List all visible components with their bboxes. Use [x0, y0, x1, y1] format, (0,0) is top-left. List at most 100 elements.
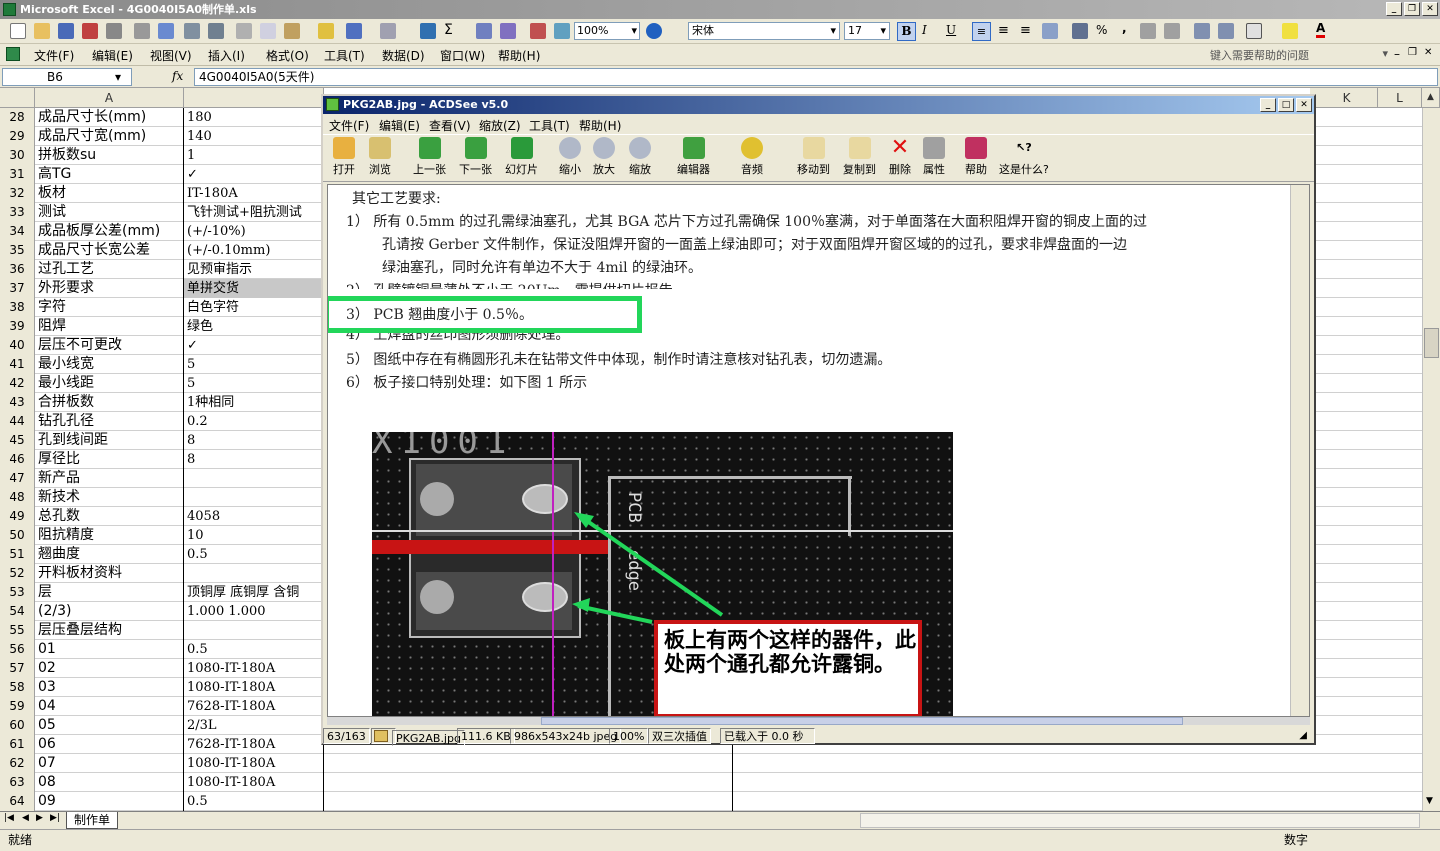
cell-b[interactable]: 见预审指示 [184, 260, 324, 279]
cell-b[interactable]: 5 [184, 374, 324, 393]
spelling-icon[interactable] [158, 23, 174, 39]
tool-zoom-out[interactable]: 缩小 [559, 137, 581, 177]
menu-edit[interactable]: 编辑(E) [92, 47, 133, 64]
cell-a[interactable]: 高TG [35, 165, 184, 184]
first-sheet-icon[interactable]: |◀ [4, 813, 14, 823]
acd-menu-edit[interactable]: 编辑(E) [379, 117, 420, 134]
align-left-button[interactable]: ≡ [972, 22, 991, 41]
vertical-scrollbar[interactable]: ▼ [1422, 108, 1440, 811]
cell-b[interactable]: 8 [184, 450, 324, 469]
cell-b[interactable] [184, 621, 324, 640]
cell-b[interactable]: 8 [184, 431, 324, 450]
column-header-k[interactable]: K [1316, 88, 1378, 108]
tool-whats-this[interactable]: ↖? 这是什么? [999, 137, 1049, 177]
chart-wizard-icon[interactable] [530, 23, 546, 39]
paste-icon[interactable] [284, 23, 300, 39]
acdsee-maximize-button[interactable]: □ [1278, 98, 1294, 112]
cell-a[interactable]: 过孔工艺 [35, 260, 184, 279]
cell-b[interactable]: 180 [184, 108, 324, 127]
minimize-button[interactable]: _ [1386, 2, 1402, 16]
borders-icon[interactable] [1246, 23, 1262, 39]
cell-a[interactable]: 成品板厚公差(mm) [35, 222, 184, 241]
merge-center-icon[interactable] [1042, 23, 1058, 39]
acd-menu-help[interactable]: 帮助(H) [579, 117, 621, 134]
row-header[interactable]: 60 [0, 716, 35, 735]
last-sheet-icon[interactable]: ▶| [50, 813, 60, 823]
viewer-horizontal-scrollbar[interactable] [327, 717, 1310, 725]
help-question-box[interactable]: 键入需要帮助的问题 ▾ [1210, 47, 1388, 63]
menu-tools[interactable]: 工具(T) [324, 47, 365, 64]
row-header[interactable]: 63 [0, 773, 35, 792]
tool-move-to[interactable]: 移动到 [797, 137, 830, 177]
fx-label[interactable]: fx [172, 69, 183, 83]
row-header[interactable]: 51 [0, 545, 35, 564]
cell-a[interactable]: 05 [35, 716, 184, 735]
row-header[interactable]: 38 [0, 298, 35, 317]
restore-button[interactable]: ❐ [1404, 2, 1420, 16]
row-header[interactable]: 44 [0, 412, 35, 431]
doc-restore-button[interactable]: ❐ [1408, 47, 1417, 58]
cell-b[interactable] [184, 488, 324, 507]
cell-b[interactable]: ✓ [184, 336, 324, 355]
tool-help[interactable]: 帮助 [965, 137, 987, 177]
row-header[interactable]: 43 [0, 393, 35, 412]
acd-menu-file[interactable]: 文件(F) [329, 117, 369, 134]
new-icon[interactable] [10, 23, 26, 39]
help-icon[interactable] [646, 23, 662, 39]
acdsee-close-button[interactable]: ✕ [1296, 98, 1312, 112]
tool-browse[interactable]: 浏览 [369, 137, 391, 177]
autosum-icon[interactable]: Σ [444, 22, 453, 38]
header-scroll-up[interactable]: ▲ [1422, 88, 1440, 108]
cell-b[interactable]: 0.5 [184, 792, 324, 811]
cell-a[interactable]: 层压不可更改 [35, 336, 184, 355]
cell-b[interactable]: 绿色 [184, 317, 324, 336]
cell-a[interactable]: 新产品 [35, 469, 184, 488]
cell-b[interactable]: ✓ [184, 165, 324, 184]
row-header[interactable]: 39 [0, 317, 35, 336]
fill-color-icon[interactable] [1282, 23, 1298, 39]
currency-icon[interactable] [1072, 23, 1088, 39]
save-icon[interactable] [58, 23, 74, 39]
drawing-icon[interactable] [554, 23, 570, 39]
cell-b[interactable]: (+/-10%) [184, 222, 324, 241]
cell-a[interactable]: 01 [35, 640, 184, 659]
doc-minimize-button[interactable]: – [1394, 47, 1400, 61]
column-header-b[interactable] [184, 88, 324, 108]
acd-menu-tools[interactable]: 工具(T) [529, 117, 570, 134]
cell-b[interactable]: (+/-0.10mm) [184, 241, 324, 260]
column-header-l[interactable]: L [1378, 88, 1422, 108]
row-header[interactable]: 52 [0, 564, 35, 583]
cell-b[interactable]: 0.2 [184, 412, 324, 431]
underline-button[interactable]: U [946, 23, 956, 37]
row-header[interactable]: 59 [0, 697, 35, 716]
acd-menu-zoom[interactable]: 缩放(Z) [479, 117, 521, 134]
undo-icon[interactable] [346, 23, 362, 39]
tool-copy-to[interactable]: 复制到 [843, 137, 876, 177]
cell-a[interactable]: 阻焊 [35, 317, 184, 336]
prev-sheet-icon[interactable]: ◀ [22, 813, 29, 823]
bold-button[interactable]: B [897, 22, 916, 41]
comma-icon[interactable]: , [1122, 21, 1127, 35]
cell-b[interactable]: 7628-IT-180A [184, 735, 324, 754]
cell-b[interactable]: 0.5 [184, 545, 324, 564]
row-header[interactable]: 58 [0, 678, 35, 697]
row-header[interactable]: 64 [0, 792, 35, 811]
cell-a[interactable]: 外形要求 [35, 279, 184, 298]
cell-b[interactable]: 白色字符 [184, 298, 324, 317]
row-header[interactable]: 36 [0, 260, 35, 279]
cell-a[interactable]: 04 [35, 697, 184, 716]
row-header[interactable]: 34 [0, 222, 35, 241]
menu-help[interactable]: 帮助(H) [498, 47, 540, 64]
font-color-icon[interactable]: A [1316, 21, 1326, 38]
sheet-tab-active[interactable]: 制作单 [66, 812, 118, 829]
format-painter-icon[interactable] [318, 23, 334, 39]
cell-a[interactable]: 最小线距 [35, 374, 184, 393]
formula-input[interactable]: 4G0040I5A0(5天件) [194, 68, 1438, 86]
research2-icon[interactable] [208, 23, 224, 39]
column-header-a[interactable]: A [35, 88, 184, 108]
cell-a[interactable]: 拼板数su [35, 146, 184, 165]
row-header[interactable]: 40 [0, 336, 35, 355]
select-all-corner[interactable] [0, 88, 35, 108]
cell-a[interactable]: 新技术 [35, 488, 184, 507]
cell-a[interactable]: 08 [35, 773, 184, 792]
